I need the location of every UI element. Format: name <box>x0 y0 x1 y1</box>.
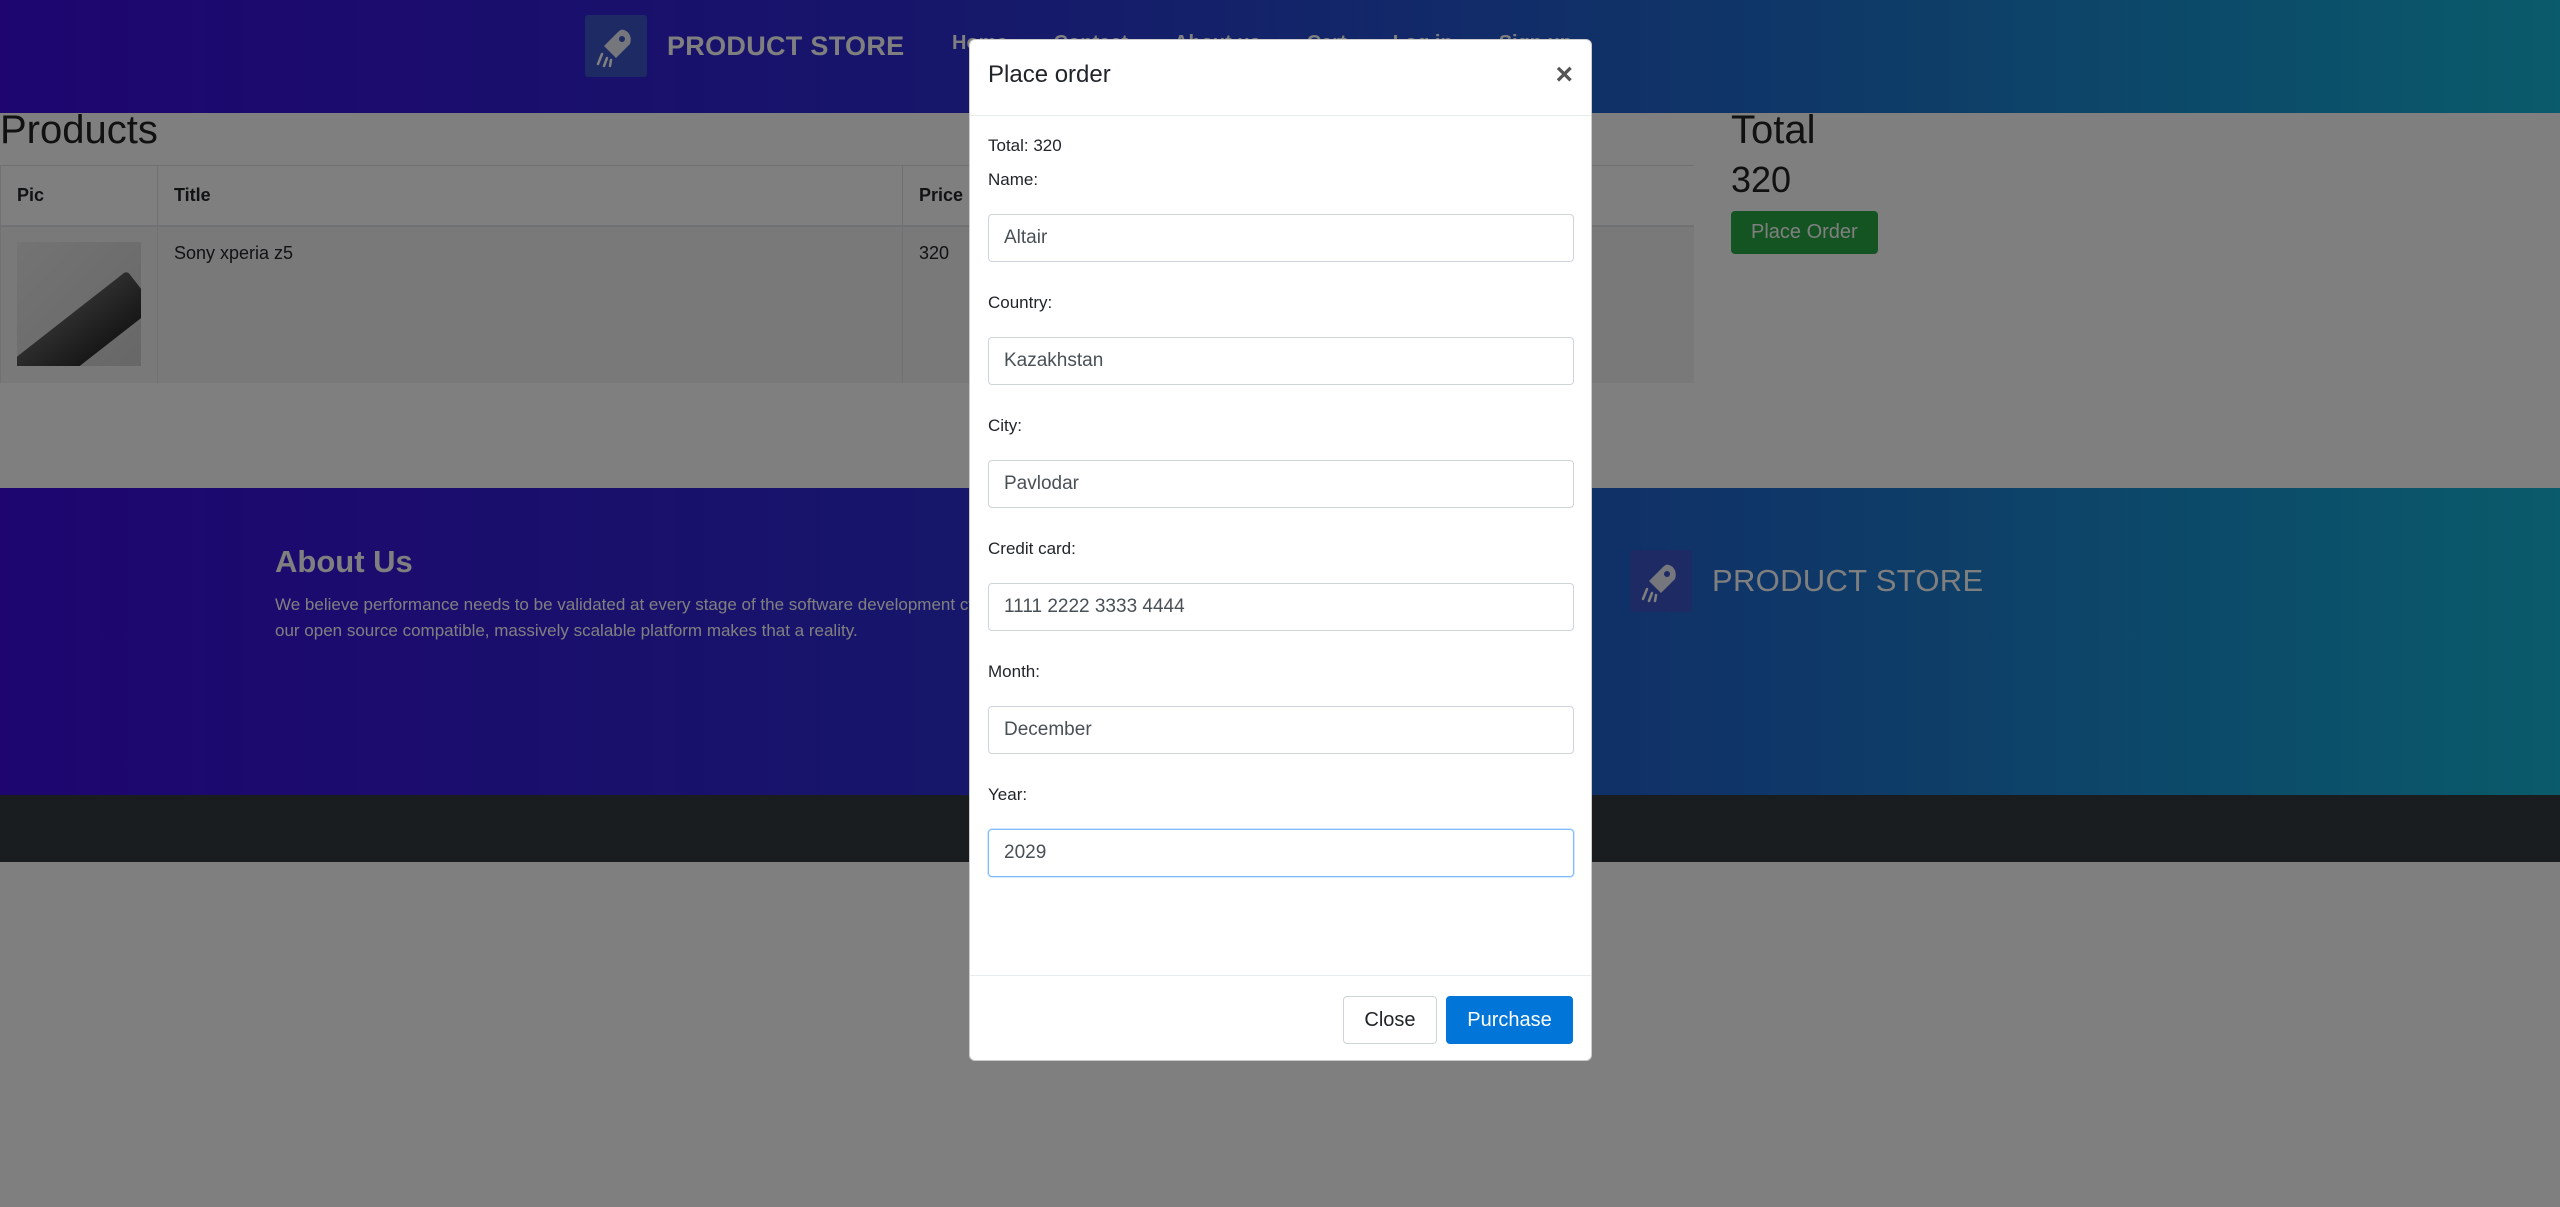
card-field-group: Credit card: <box>988 539 1574 631</box>
name-label: Name: <box>988 170 1039 189</box>
card-label: Credit card: <box>988 539 1076 558</box>
city-field-group: City: <box>988 416 1574 508</box>
modal-header: Place order × <box>970 40 1591 116</box>
purchase-button[interactable]: Purchase <box>1446 996 1573 1044</box>
city-field[interactable] <box>988 460 1574 508</box>
city-label: City: <box>988 416 1022 435</box>
modal-title: Place order <box>988 61 1111 88</box>
year-field[interactable] <box>988 829 1574 877</box>
year-field-group: Year: <box>988 785 1574 877</box>
order-total: Total: 320 <box>988 136 1062 155</box>
month-label: Month: <box>988 662 1040 681</box>
country-field[interactable] <box>988 337 1574 385</box>
month-field[interactable] <box>988 706 1574 754</box>
credit-card-field[interactable] <box>988 583 1574 631</box>
name-field-group: Name: <box>988 170 1574 262</box>
modal-footer: Close Purchase <box>970 975 1591 1061</box>
month-field-group: Month: <box>988 662 1574 754</box>
modal-body: Total: 320 Name: Country: City: Credit c… <box>988 136 1574 877</box>
close-button[interactable]: Close <box>1343 996 1437 1044</box>
place-order-modal: Place order × Total: 320 Name: Country: … <box>969 39 1592 1061</box>
name-field[interactable] <box>988 214 1574 262</box>
year-label: Year: <box>988 785 1028 804</box>
close-icon[interactable]: × <box>1555 60 1573 90</box>
country-label: Country: <box>988 293 1053 312</box>
country-field-group: Country: <box>988 293 1574 385</box>
